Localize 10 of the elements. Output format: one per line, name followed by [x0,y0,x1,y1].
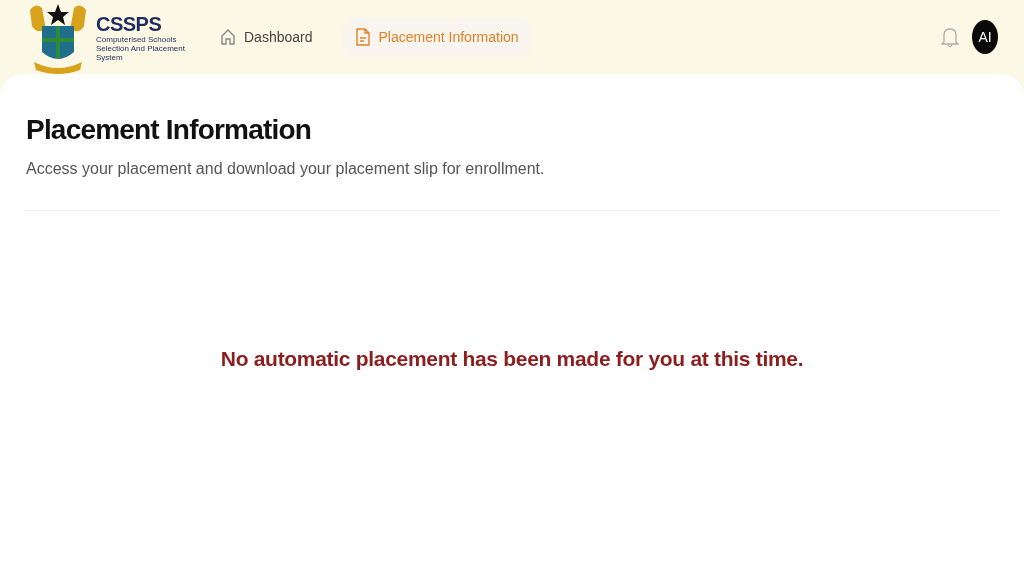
user-avatar[interactable]: AI [972,20,998,54]
logo-title: CSSPS [96,12,163,35]
status-message: No automatic placement has been made for you at this time. [219,347,805,371]
page-description: Access your placement and download your placement slip for enrollment. [26,160,546,178]
page-title: Placement Information [26,114,313,146]
document-icon [354,28,371,46]
nav-tab[interactable]: Dashboard [208,18,325,56]
notification-bell-icon[interactable] [940,26,960,48]
logo-subtitle: Computerised Schools Selection And Placement System [96,34,186,62]
home-icon [220,28,236,46]
